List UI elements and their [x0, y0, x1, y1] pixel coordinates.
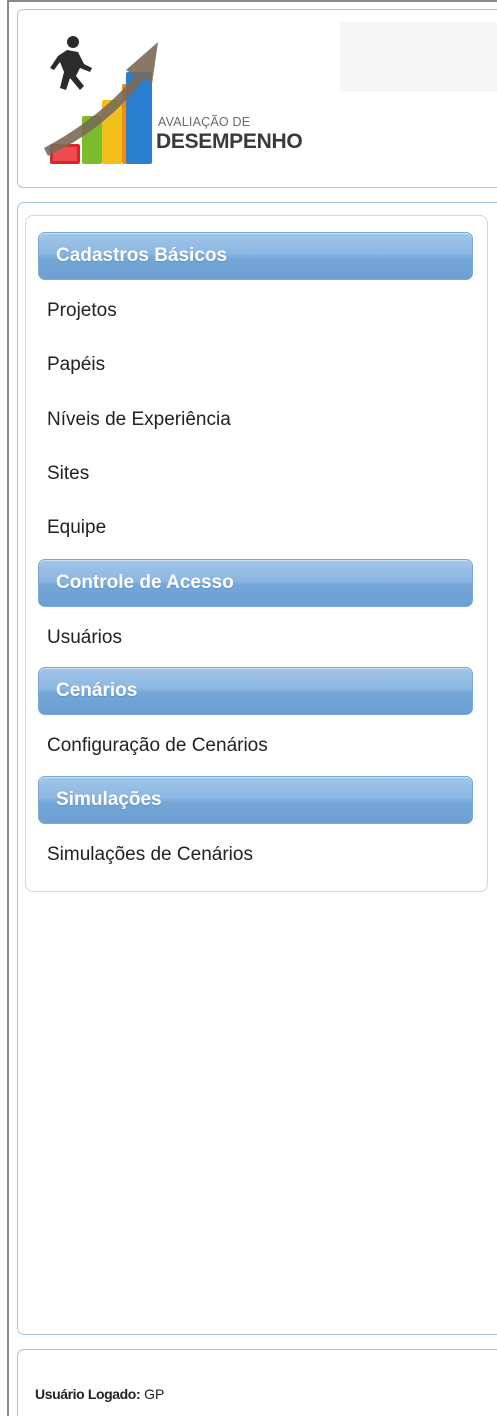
section-header-label: Simulações — [56, 789, 162, 810]
section-header-cadastros-basicos[interactable]: Cadastros Básicos — [38, 232, 473, 280]
menu-item-usuarios[interactable]: Usuários — [47, 627, 122, 649]
frame-left-border — [7, 0, 9, 1416]
menu-item-sites[interactable]: Sites — [47, 463, 89, 485]
section-header-label: Controle de Acesso — [56, 572, 234, 593]
header-background — [340, 22, 497, 92]
logged-user-info: Usuário Logado: GP — [35, 1386, 164, 1402]
footer-panel — [17, 1349, 497, 1416]
menu-item-configuracao-de-cenarios[interactable]: Configuração de Cenários — [47, 735, 268, 757]
menu-item-equipe[interactable]: Equipe — [47, 517, 106, 539]
section-header-controle-de-acesso[interactable]: Controle de Acesso — [38, 559, 473, 607]
section-header-label: Cadastros Básicos — [56, 245, 228, 266]
section-header-cenarios[interactable]: Cenários — [38, 667, 473, 715]
section-header-simulacoes[interactable]: Simulações — [38, 776, 473, 824]
menu-item-projetos[interactable]: Projetos — [47, 300, 117, 322]
logged-user-label: Usuário Logado: — [35, 1386, 141, 1402]
section-header-label: Cenários — [56, 680, 138, 701]
menu-item-niveis-de-experiencia[interactable]: Níveis de Experiência — [47, 409, 231, 431]
frame-top-border — [7, 0, 497, 2]
logo-subtitle: AVALIAÇÃO DE — [158, 115, 251, 129]
menu-item-simulacoes-de-cenarios[interactable]: Simulações de Cenários — [47, 844, 253, 866]
menu-item-papeis[interactable]: Papéis — [47, 354, 105, 376]
logo-title: DESEMPENHO — [156, 130, 303, 153]
logged-user-value: GP — [144, 1386, 165, 1402]
